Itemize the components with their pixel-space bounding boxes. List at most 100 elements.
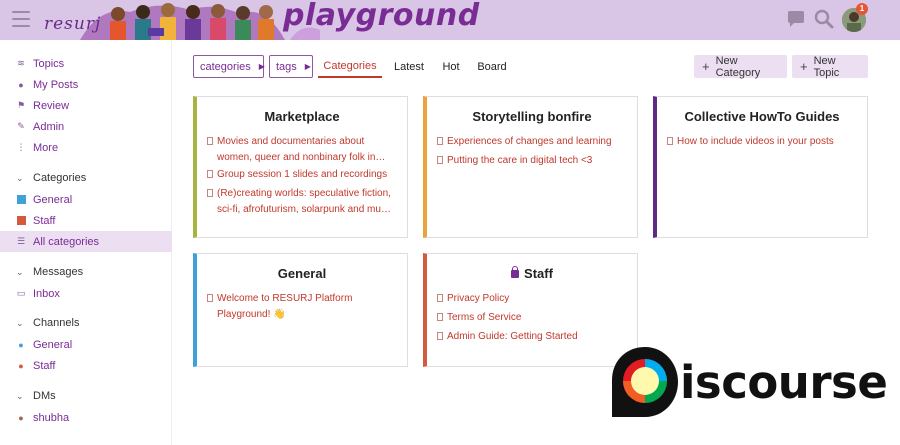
category-title[interactable]: Marketplace	[197, 109, 407, 124]
sidebar-item-channel-general[interactable]: ● General	[0, 334, 172, 355]
tab-hot[interactable]: Hot	[436, 55, 466, 78]
sidebar-item-channel-staff[interactable]: ● Staff	[0, 355, 172, 376]
list-icon: ☰	[16, 236, 26, 246]
site-header: resurj playground 1	[0, 0, 900, 40]
topic-link[interactable]: How to include videos in your posts	[667, 134, 857, 150]
hamburger-menu-icon[interactable]	[12, 11, 30, 27]
document-icon	[437, 294, 443, 302]
plus-icon: +	[800, 59, 808, 74]
document-icon	[207, 137, 213, 145]
sidebar-item-label: Staff	[33, 214, 56, 227]
inbox-icon: ▭	[16, 288, 26, 298]
section-label: Categories	[33, 172, 87, 184]
topic-link[interactable]: Group session 1 slides and recordings	[207, 167, 397, 183]
topic-link[interactable]: (Re)creating worlds: speculative fiction…	[207, 186, 397, 218]
category-card-collective-howto-guides: Collective HowTo Guides How to include v…	[653, 96, 868, 238]
sidebar-item-label: More	[33, 141, 59, 154]
category-card-general: General Welcome to RESURJ Platform Playg…	[193, 253, 408, 367]
sidebar-item-review[interactable]: ⚑ Review	[0, 95, 172, 116]
document-icon	[437, 313, 443, 321]
sidebar-item-label: Review	[33, 99, 70, 112]
sidebar-section-dms[interactable]: ⌄ DMs	[0, 386, 172, 406]
sidebar-item-inbox[interactable]: ▭ Inbox	[0, 283, 172, 304]
topic-link[interactable]: Welcome to RESURJ Platform Playground! 👋	[207, 291, 377, 323]
user-icon: ●	[18, 79, 24, 90]
document-icon	[207, 294, 213, 302]
new-topic-button[interactable]: + New Topic	[792, 54, 868, 79]
sidebar-item-dm-shubha[interactable]: ● shubha	[0, 407, 172, 428]
sidebar-section-messages[interactable]: ⌄ Messages	[0, 262, 172, 282]
category-card-staff: Staff Privacy Policy Terms of Service Ad…	[423, 253, 638, 367]
sidebar-item-label: Staff	[33, 359, 56, 372]
section-label: Channels	[33, 317, 80, 329]
site-title[interactable]: playground	[283, 0, 480, 33]
category-card-storytelling-bonfire: Storytelling bonfire Experiences of chan…	[423, 96, 638, 238]
lock-chat-icon: ●	[18, 360, 24, 371]
lock-category-icon	[16, 216, 26, 226]
document-icon	[437, 156, 443, 164]
sidebar-item-admin[interactable]: ✎ Admin	[0, 116, 172, 137]
sidebar-section-categories[interactable]: ⌄ Categories	[0, 168, 172, 188]
sidebar-item-label: My Posts	[33, 78, 79, 91]
section-label: Messages	[33, 266, 84, 278]
sidebar-item-label: Topics	[33, 57, 65, 70]
sidebar-item-label: Inbox	[33, 287, 60, 300]
chevron-down-icon: ⌄	[16, 390, 24, 401]
sidebar-item-my-posts[interactable]: ● My Posts	[0, 74, 172, 95]
category-title[interactable]: Staff	[427, 266, 637, 281]
caret-right-icon: ▶	[258, 62, 265, 71]
button-label: New Topic	[813, 54, 840, 79]
tab-board[interactable]: Board	[474, 55, 510, 78]
document-icon	[437, 137, 443, 145]
topic-link[interactable]: Privacy Policy	[437, 291, 627, 307]
document-icon	[207, 189, 213, 197]
category-color-square	[16, 195, 26, 205]
sidebar-item-more[interactable]: ⋮ More	[0, 137, 172, 158]
chat-icon[interactable]	[785, 8, 807, 30]
flag-icon: ⚑	[16, 100, 26, 110]
tab-categories[interactable]: Categories	[318, 55, 382, 78]
chevron-down-icon: ⌄	[16, 266, 24, 277]
dropdown-label: categories	[200, 60, 251, 73]
tab-latest[interactable]: Latest	[390, 55, 428, 78]
categories-dropdown[interactable]: categories ▶	[193, 55, 265, 78]
discourse-logo-icon	[612, 347, 678, 417]
sidebar-item-label: All categories	[33, 235, 100, 248]
tags-dropdown[interactable]: tags ▶	[269, 55, 313, 78]
sidebar-section-channels[interactable]: ⌄ Channels	[0, 313, 172, 333]
chat-bubble-icon: ●	[18, 339, 24, 350]
sidebar-item-topics[interactable]: ≋ Topics	[0, 53, 172, 74]
topic-link[interactable]: Terms of Service	[437, 310, 627, 326]
topics-icon: ≋	[17, 58, 25, 68]
topic-link[interactable]: Putting the care in digital tech <3	[437, 153, 627, 169]
category-title[interactable]: Collective HowTo Guides	[657, 109, 867, 124]
section-label: DMs	[33, 390, 56, 402]
category-title[interactable]: Storytelling bonfire	[427, 109, 637, 124]
dm-avatar: ●	[18, 412, 24, 423]
button-label: New Category	[715, 54, 761, 79]
sidebar-item-all-categories[interactable]: ☰ All categories	[0, 231, 172, 252]
new-category-button[interactable]: + New Category	[694, 54, 787, 79]
notification-badge[interactable]: 1	[856, 3, 868, 15]
discourse-wordmark: iscourse	[680, 356, 888, 409]
sidebar-item-label: General	[33, 338, 73, 351]
category-title[interactable]: General	[197, 266, 407, 281]
chevron-down-icon: ⌄	[16, 317, 24, 328]
wrench-icon: ✎	[17, 121, 25, 131]
topic-link[interactable]: Experiences of changes and learning	[437, 134, 627, 150]
document-icon	[667, 137, 673, 145]
sidebar-item-label: shubha	[33, 411, 70, 424]
dropdown-label: tags	[276, 60, 297, 73]
topic-link[interactable]: Admin Guide: Getting Started	[437, 329, 627, 345]
sidebar-item-general[interactable]: General	[0, 189, 172, 210]
more-icon: ⋮	[16, 142, 26, 152]
topic-link[interactable]: Movies and documentaries about women, qu…	[207, 134, 397, 166]
plus-icon: +	[702, 59, 710, 74]
chevron-down-icon: ⌄	[16, 172, 24, 183]
caret-right-icon: ▶	[304, 62, 311, 71]
document-icon	[437, 332, 443, 340]
document-icon	[207, 170, 213, 178]
sidebar-item-staff[interactable]: Staff	[0, 210, 172, 231]
search-icon[interactable]	[813, 8, 835, 30]
brand-resurj-logo[interactable]: resurj	[44, 14, 101, 34]
